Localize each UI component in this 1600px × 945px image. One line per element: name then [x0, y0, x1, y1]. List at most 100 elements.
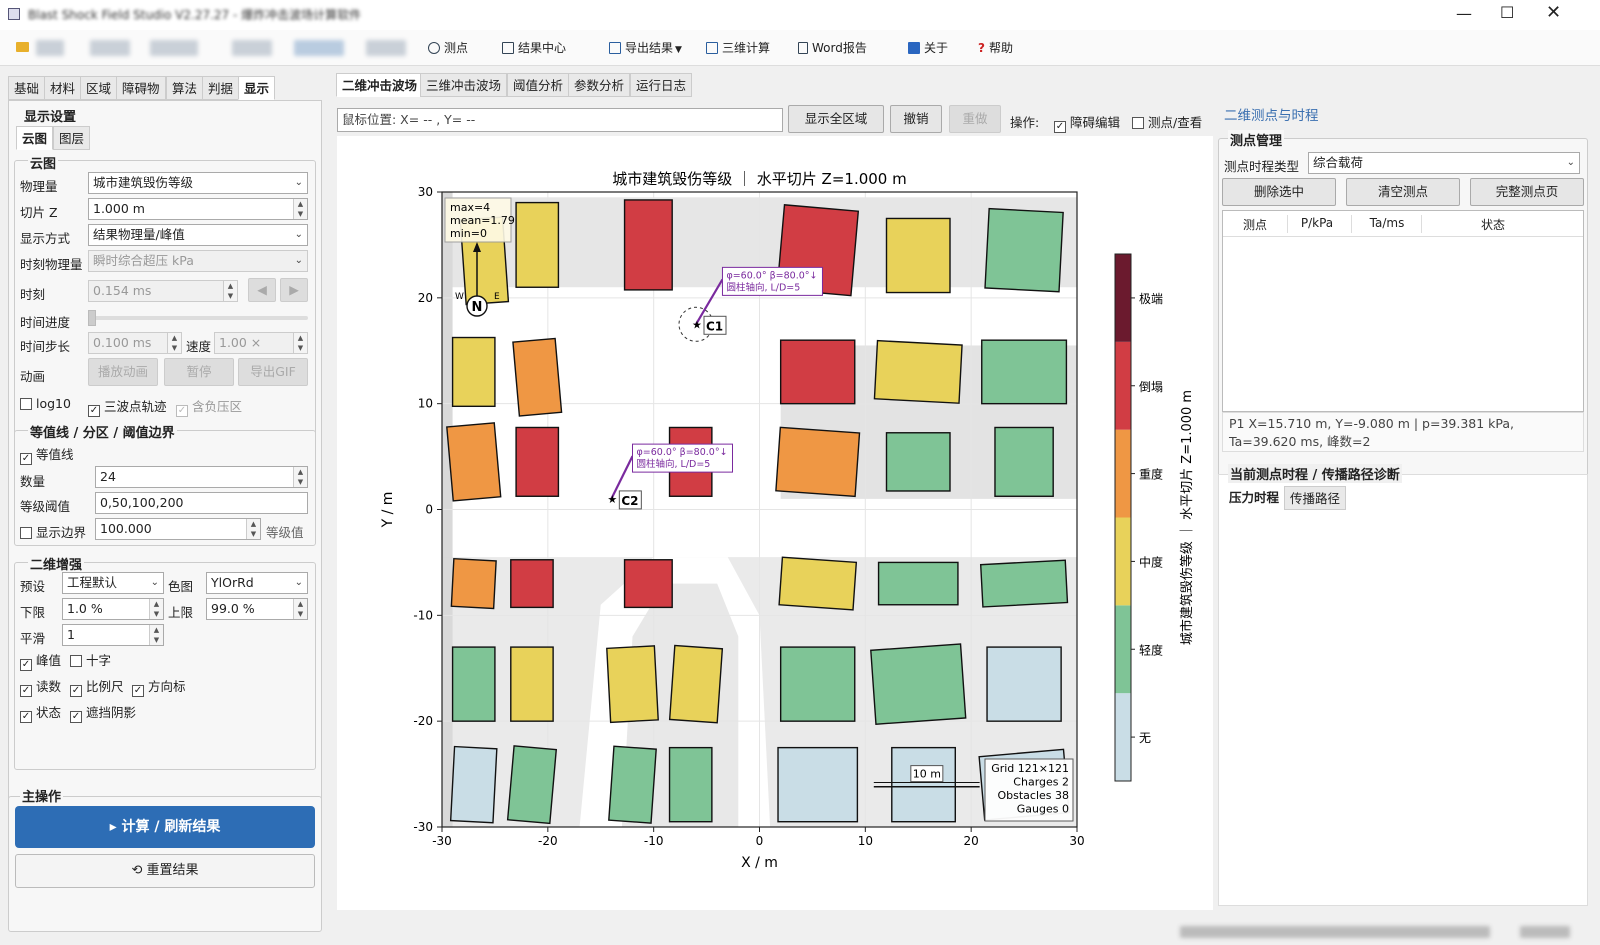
scalebar-checkbox[interactable]: ✓ 比例尺: [70, 676, 124, 697]
tab-param[interactable]: 参数分析: [568, 73, 631, 97]
spinner-arrows[interactable]: ▲ ▼: [293, 333, 307, 353]
status-checkbox[interactable]: ✓ 状态: [20, 702, 61, 723]
spinner-arrows[interactable]: ▲ ▼: [293, 599, 307, 619]
word-report-button[interactable]: Word报告: [798, 38, 867, 58]
checkbox-box[interactable]: ✓: [20, 453, 32, 465]
checkbox-box[interactable]: ✓: [1054, 121, 1066, 133]
border-checkbox[interactable]: 显示边界: [20, 522, 86, 541]
slider-handle[interactable]: [88, 310, 96, 326]
checkbox-box[interactable]: ✓: [20, 659, 32, 671]
checkbox-box[interactable]: [1132, 117, 1144, 129]
upper-input[interactable]: 99.0 % ▲ ▼: [206, 598, 308, 620]
help-button[interactable]: ? 帮助: [978, 38, 1013, 58]
spinner-arrows[interactable]: ▲ ▼: [293, 467, 307, 487]
gauge-button[interactable]: 测点: [428, 38, 468, 58]
blurred-toolbar-item[interactable]: [150, 40, 198, 56]
time-input[interactable]: 0.154 ms ▲ ▼: [88, 280, 238, 302]
results-center-button[interactable]: 结果中心: [502, 38, 566, 58]
checkbox-box[interactable]: ✓: [70, 711, 82, 723]
negative-checkbox[interactable]: ✓ 含负压区: [176, 396, 242, 417]
time-progress-slider[interactable]: [88, 310, 308, 326]
column-header[interactable]: 测点: [1235, 216, 1275, 233]
checkbox-box[interactable]: ✓: [88, 405, 100, 417]
cmap-select[interactable]: YlOrRd ⌄: [206, 572, 308, 594]
blurred-toolbar-item[interactable]: [90, 40, 130, 56]
gauge-view-checkbox[interactable]: 测点/查看: [1132, 112, 1202, 131]
full-gauge-page-button[interactable]: 完整测点页: [1470, 178, 1584, 206]
slice-z-input[interactable]: 1.000 m ▲ ▼: [88, 198, 308, 220]
preset-select[interactable]: 工程默认 ⌄: [62, 572, 164, 594]
pause-button[interactable]: 暂停: [164, 358, 234, 386]
spinner-arrows[interactable]: ▲ ▼: [149, 625, 163, 645]
step-input[interactable]: 0.100 ms ▲ ▼: [88, 332, 182, 354]
undo-button[interactable]: 撤销: [890, 105, 942, 133]
tab-material[interactable]: 材料: [44, 76, 82, 100]
3d-compute-button[interactable]: 三维计算: [706, 38, 770, 58]
spinner-arrows[interactable]: ▲ ▼: [149, 599, 163, 619]
subtab-layers[interactable]: 图层: [53, 126, 91, 150]
checkbox-box[interactable]: [70, 655, 82, 667]
smooth-input[interactable]: 1 ▲ ▼: [62, 624, 164, 646]
reset-button[interactable]: ⟲ 重置结果: [15, 854, 315, 888]
heatmap-chart[interactable]: -30 -20 -10 0 10 20 30 -30 -20 -10 0 10 20 30 城市建筑毁伤等级…: [337, 136, 1213, 910]
folder-icon[interactable]: [16, 42, 29, 52]
readout-checkbox[interactable]: ✓ 读数: [20, 676, 61, 697]
gauge-type-select[interactable]: 综合载荷 ⌄: [1308, 152, 1580, 174]
obstacle-edit-checkbox[interactable]: ✓ 障碍编辑: [1054, 112, 1120, 133]
checkbox-box[interactable]: ✓: [20, 685, 32, 697]
delete-selected-button[interactable]: 删除选中: [1222, 178, 1336, 206]
subtab-cloud[interactable]: 云图: [16, 126, 54, 150]
tab-obstacle[interactable]: 障碍物: [116, 76, 166, 100]
tab-algorithm[interactable]: 算法: [166, 76, 204, 100]
checkbox-box[interactable]: ✓: [20, 711, 32, 723]
tab-2d-field[interactable]: 二维冲击波场: [336, 73, 424, 97]
checkbox-box[interactable]: ✓: [176, 405, 188, 417]
checkbox-box[interactable]: ✓: [132, 685, 144, 697]
cross-checkbox[interactable]: 十字: [70, 650, 111, 669]
play-animation-button[interactable]: 播放动画: [88, 358, 158, 386]
spinner-arrows[interactable]: ▲ ▼: [246, 519, 260, 539]
triwave-checkbox[interactable]: ✓ 三波点轨迹: [88, 396, 167, 417]
lower-input[interactable]: 1.0 % ▲ ▼: [62, 598, 164, 620]
levels-input[interactable]: 0,50,100,200: [95, 492, 308, 514]
clear-gauges-button[interactable]: 清空测点: [1346, 178, 1460, 206]
tab-log[interactable]: 运行日志: [630, 73, 693, 97]
border-input[interactable]: 100.000 ▲ ▼: [95, 518, 261, 540]
about-button[interactable]: 关于: [908, 38, 948, 58]
column-header[interactable]: P/kPa: [1287, 216, 1347, 230]
blurred-toolbar-item[interactable]: [294, 40, 344, 56]
compass-checkbox[interactable]: ✓ 方向标: [132, 676, 186, 697]
compute-button[interactable]: ▸ 计算 / 刷新结果: [15, 806, 315, 848]
tab-3d-field[interactable]: 三维冲击波场: [420, 73, 508, 97]
time-quantity-select[interactable]: 瞬时综合超压 kPa ⌄: [88, 250, 308, 272]
next-frame-button[interactable]: ▶: [280, 278, 308, 302]
prev-frame-button[interactable]: ◀: [248, 278, 276, 302]
export-gif-button[interactable]: 导出GIF: [238, 358, 308, 386]
close-button[interactable]: ✕: [1546, 2, 1561, 23]
spinner-arrows[interactable]: ▲ ▼: [167, 333, 181, 353]
speed-input[interactable]: 1.00 × ▲ ▼: [214, 332, 308, 354]
export-results-button[interactable]: 导出结果 ▼: [609, 38, 682, 58]
contour-checkbox[interactable]: ✓ 等值线: [20, 444, 74, 465]
spinner-arrows[interactable]: ▲ ▼: [293, 199, 307, 219]
tab-propagation-path[interactable]: 传播路径: [1284, 486, 1347, 510]
gauge-table[interactable]: 测点 P/kPa Ta/ms 状态: [1222, 210, 1584, 412]
checkbox-box[interactable]: ✓: [70, 685, 82, 697]
spinner-arrows[interactable]: ▲ ▼: [223, 281, 237, 301]
physical-select[interactable]: 城市建筑毁伤等级 ⌄: [88, 172, 308, 194]
blurred-toolbar-item[interactable]: [36, 40, 64, 56]
display-mode-select[interactable]: 结果物理量/峰值 ⌄: [88, 224, 308, 246]
tab-pressure-history[interactable]: 压力时程: [1224, 486, 1285, 510]
count-input[interactable]: 24 ▲ ▼: [95, 466, 308, 488]
redo-button[interactable]: 重做: [949, 105, 1001, 133]
log10-checkbox[interactable]: log10: [20, 396, 71, 411]
tab-display[interactable]: 显示: [238, 76, 276, 100]
tab-region[interactable]: 区域: [80, 76, 118, 100]
column-header[interactable]: 状态: [1433, 216, 1553, 233]
blurred-toolbar-item[interactable]: [366, 40, 406, 56]
maximize-button[interactable]: ☐: [1500, 3, 1514, 22]
shadow-checkbox[interactable]: ✓ 遮挡阴影: [70, 702, 136, 723]
tab-criteria[interactable]: 判据: [202, 76, 240, 100]
checkbox-box[interactable]: [20, 398, 32, 410]
show-all-button[interactable]: 显示全区域: [788, 105, 884, 133]
